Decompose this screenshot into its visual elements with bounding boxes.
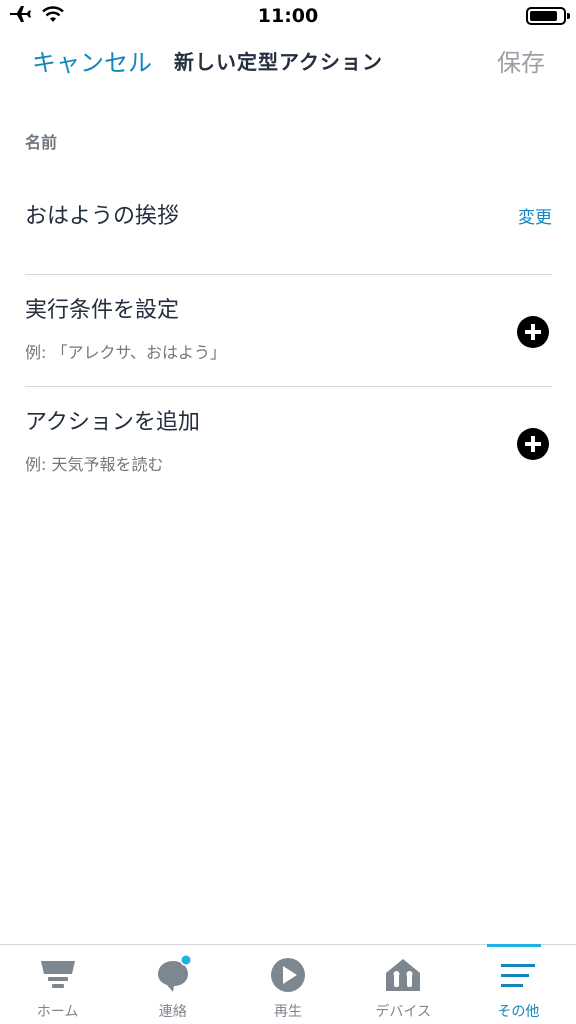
name-section-label: 名前 bbox=[25, 133, 58, 152]
notification-badge bbox=[181, 955, 191, 965]
change-name-button[interactable]: 変更 bbox=[518, 203, 552, 228]
status-right bbox=[526, 7, 570, 25]
plus-circle-icon[interactable] bbox=[517, 316, 549, 348]
tab-more-label: その他 bbox=[497, 1004, 540, 1020]
tab-communicate-label: 連絡 bbox=[158, 1004, 187, 1020]
home-icon bbox=[40, 961, 75, 988]
active-tab-indicator bbox=[486, 944, 541, 947]
set-trigger-title: 実行条件を設定 bbox=[25, 298, 180, 323]
plus-circle-icon[interactable] bbox=[517, 428, 549, 460]
status-time: 11:00 bbox=[257, 5, 319, 27]
set-trigger-example: 例: 「アレクサ、おはよう」 bbox=[25, 343, 227, 362]
add-action-example: 例: 天気予報を読む bbox=[25, 455, 164, 474]
devices-icon bbox=[386, 959, 421, 991]
add-action-row[interactable]: アクションを追加 例: 天気予報を読む bbox=[25, 386, 552, 498]
page-title: 新しい定型アクション bbox=[174, 50, 383, 74]
routine-name-value: おはようの挨拶 bbox=[25, 204, 180, 229]
tab-home-label: ホーム bbox=[36, 1004, 79, 1020]
tab-bar: ホーム 連絡 再生 デバイス その他 bbox=[0, 944, 576, 1024]
battery-icon bbox=[526, 7, 570, 25]
tab-communicate[interactable]: 連絡 bbox=[115, 945, 230, 1024]
set-trigger-row[interactable]: 実行条件を設定 例: 「アレクサ、おはよう」 bbox=[25, 274, 552, 386]
status-bar: 11:00 bbox=[0, 0, 576, 32]
name-row: おはようの挨拶 変更 bbox=[25, 168, 552, 274]
menu-icon bbox=[501, 964, 536, 987]
tab-more[interactable]: その他 bbox=[461, 944, 576, 1024]
tab-play[interactable]: 再生 bbox=[230, 945, 345, 1024]
play-icon bbox=[270, 958, 305, 992]
tab-play-label: 再生 bbox=[273, 1004, 302, 1020]
save-button[interactable]: 保存 bbox=[497, 43, 545, 78]
tab-devices[interactable]: デバイス bbox=[346, 945, 461, 1024]
nav-bar: キャンセル 新しい定型アクション 保存 bbox=[0, 32, 576, 88]
chat-bubble-icon bbox=[157, 955, 192, 992]
tab-devices-label: デバイス bbox=[375, 1004, 431, 1020]
add-action-title: アクションを追加 bbox=[25, 410, 200, 435]
cancel-button[interactable]: キャンセル bbox=[32, 43, 152, 78]
tab-home[interactable]: ホーム bbox=[0, 945, 115, 1024]
